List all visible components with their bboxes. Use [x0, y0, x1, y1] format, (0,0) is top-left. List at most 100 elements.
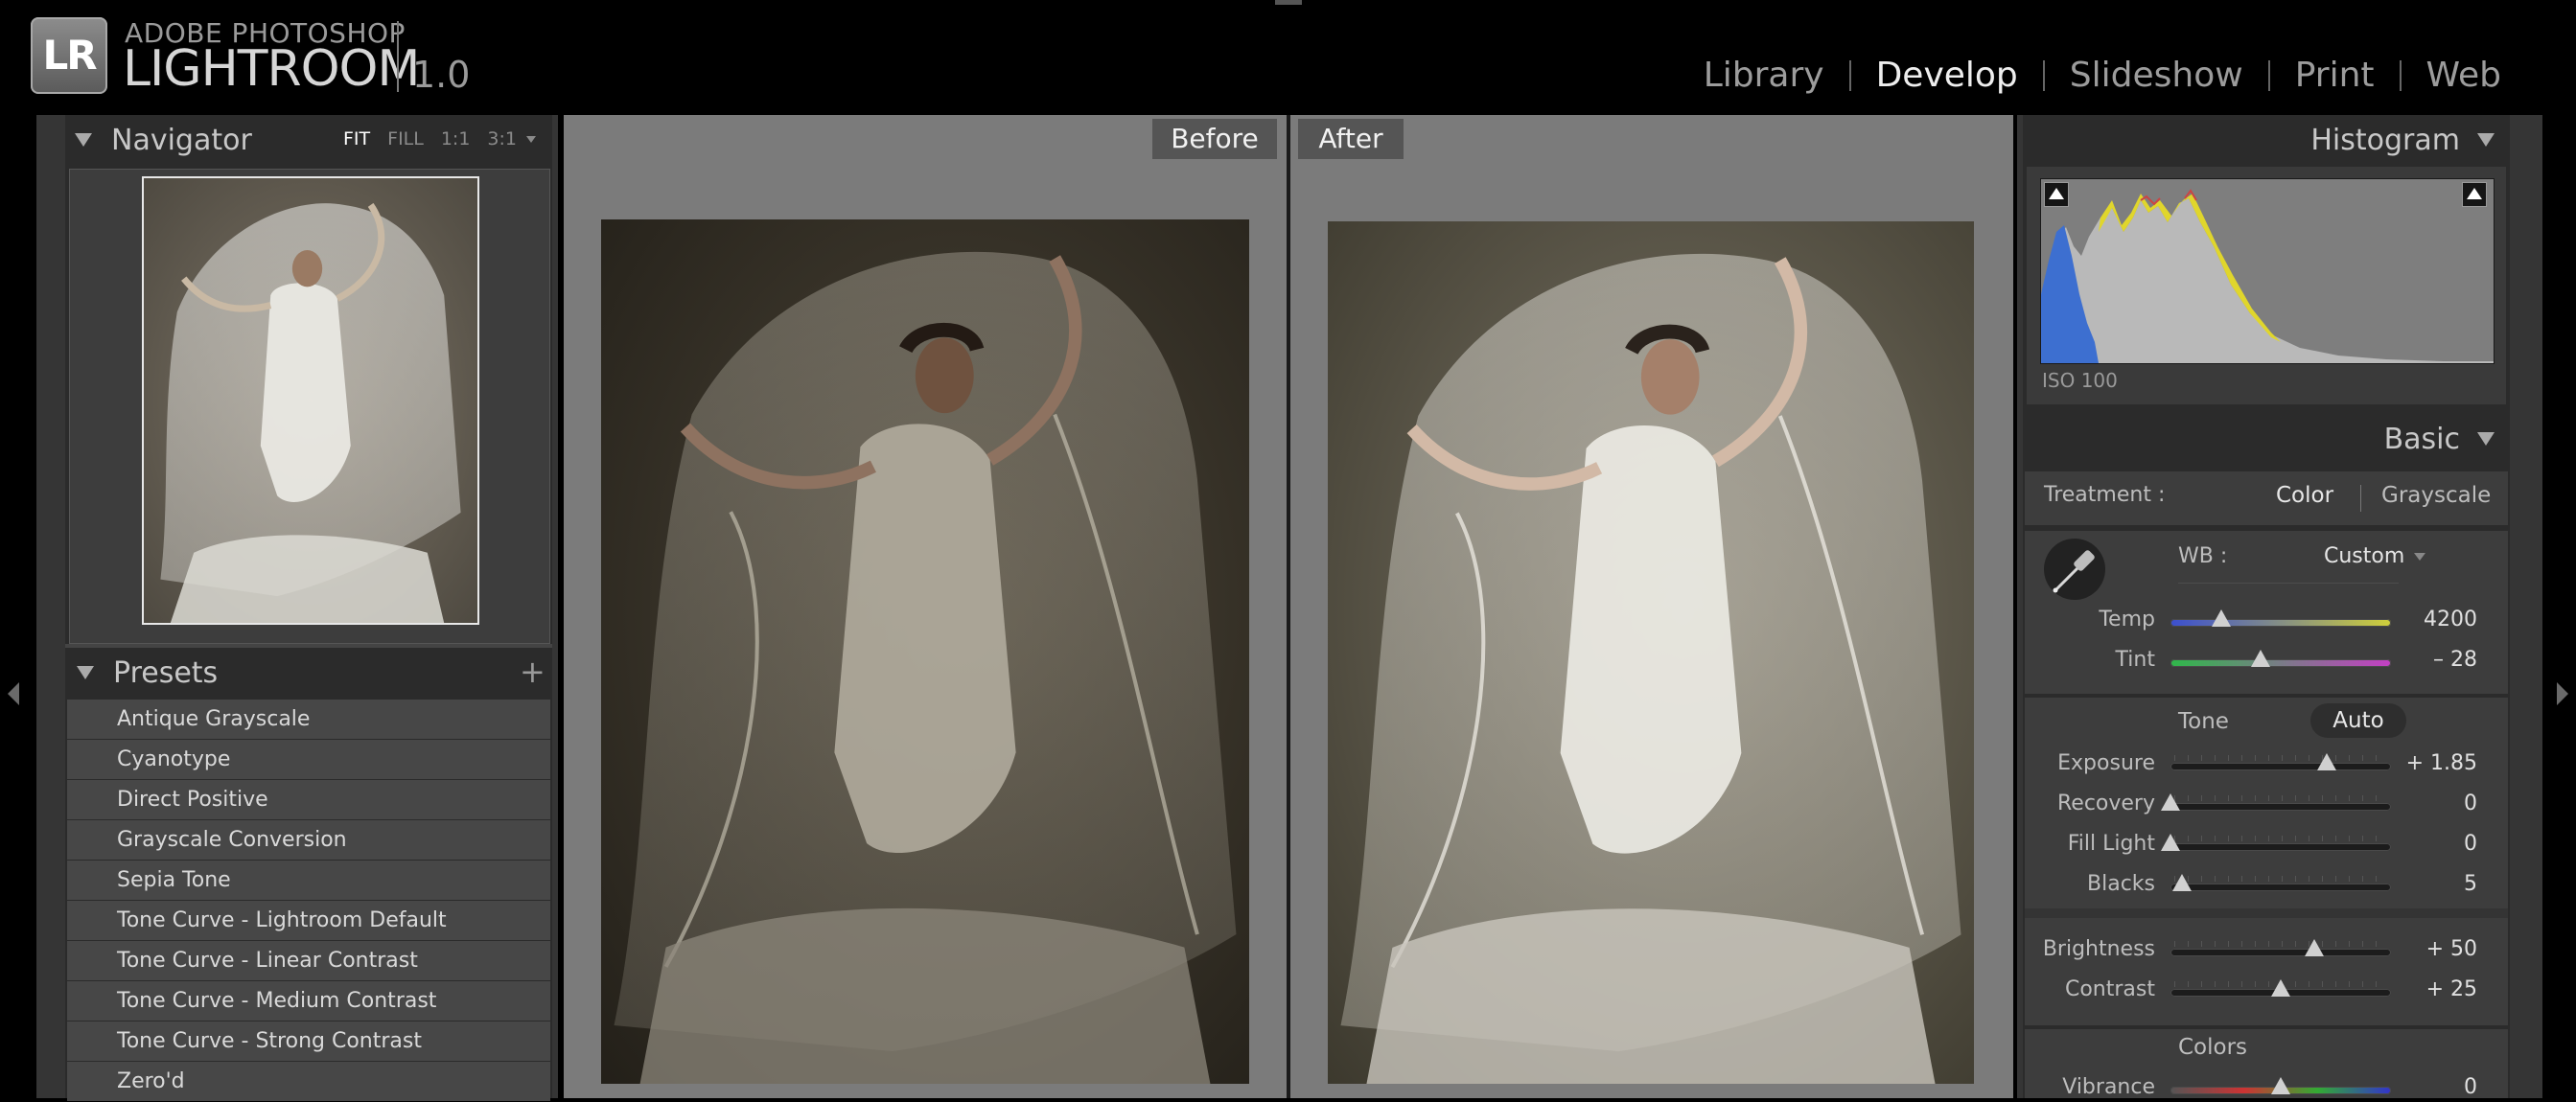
collapse-triangle-icon[interactable] [2477, 133, 2495, 147]
version-label: 1.0 [412, 54, 471, 96]
tint-slider-thumb[interactable] [2251, 650, 2271, 667]
blacks-slider-thumb[interactable] [2171, 874, 2192, 891]
preset-item[interactable]: Tone Curve - Lightroom Default [67, 901, 550, 940]
temp-value[interactable]: 4200 [2401, 608, 2477, 631]
preset-item[interactable]: Grayscale Conversion [67, 820, 550, 860]
zoom-fit[interactable]: FIT [343, 128, 370, 149]
collapse-triangle-icon[interactable] [77, 666, 94, 679]
basic-header[interactable]: Basic [2023, 414, 2502, 464]
brightness-slider[interactable] [2170, 949, 2391, 956]
brightness-label: Brightness [2042, 937, 2155, 961]
exposure-slider-thumb[interactable] [2317, 753, 2337, 770]
zoom-fill[interactable]: FILL [387, 128, 424, 149]
presets-title: Presets [113, 655, 219, 690]
after-photo[interactable] [1328, 221, 1974, 1084]
auto-tone-button[interactable]: Auto [2310, 703, 2406, 738]
add-preset-icon[interactable]: + [520, 654, 545, 690]
presets-list: Antique Grayscale Cyanotype Direct Posit… [67, 700, 550, 1102]
contrast-slider-thumb[interactable] [2271, 979, 2290, 997]
fill-light-slider-thumb[interactable] [2161, 834, 2180, 851]
zoom-dropdown-icon[interactable] [526, 135, 536, 143]
tint-slider[interactable] [2170, 659, 2391, 667]
recovery-label: Recovery [2056, 792, 2155, 815]
before-label: Before [1152, 119, 1277, 159]
brightness-slider-thumb[interactable] [2304, 939, 2324, 956]
navigator-title: Navigator [111, 123, 252, 157]
preset-item[interactable]: Tone Curve - Linear Contrast [67, 941, 550, 980]
treatment-divider [2360, 485, 2361, 512]
histogram-curve [2041, 189, 2494, 363]
preset-item[interactable]: Zero'd [67, 1062, 550, 1101]
temp-slider[interactable] [2170, 619, 2391, 627]
collapse-triangle-icon[interactable] [75, 133, 92, 147]
module-develop[interactable]: Develop [1876, 56, 2018, 95]
white-balance-dropdown[interactable]: Custom [2324, 544, 2426, 568]
brightness-value[interactable]: + 50 [2401, 937, 2477, 961]
exposure-value[interactable]: + 1.85 [2401, 751, 2477, 775]
module-web[interactable]: Web [2426, 56, 2502, 95]
module-divider [1848, 59, 1851, 91]
shadow-clipping-toggle-icon[interactable] [2044, 182, 2069, 207]
top-panel-toggle[interactable] [1275, 0, 1302, 5]
blacks-value[interactable]: 5 [2401, 872, 2477, 896]
recovery-slider[interactable] [2170, 803, 2391, 811]
white-balance-underline [2178, 583, 2399, 584]
recovery-value[interactable]: 0 [2401, 792, 2477, 815]
contrast-value[interactable]: + 25 [2401, 977, 2477, 1001]
fill-light-label: Fill Light [2067, 832, 2155, 856]
module-slideshow[interactable]: Slideshow [2070, 56, 2243, 95]
temp-slider-thumb[interactable] [2211, 609, 2231, 627]
white-balance-eyedropper-icon[interactable] [2044, 539, 2105, 600]
exposure-slider[interactable] [2170, 763, 2391, 770]
vibrance-slider-thumb[interactable] [2271, 1077, 2290, 1094]
zoom-custom[interactable]: 3:1 [487, 128, 517, 149]
tone-label: Tone [2178, 709, 2229, 734]
preset-item[interactable]: Tone Curve - Strong Contrast [67, 1022, 550, 1061]
recovery-slider-thumb[interactable] [2161, 793, 2180, 811]
exposure-ticks [2174, 755, 2387, 761]
tone-section [2025, 698, 2508, 1025]
tint-value[interactable]: – 28 [2401, 648, 2477, 672]
treatment-grayscale-option[interactable]: Grayscale [2381, 483, 2491, 508]
preset-item[interactable]: Antique Grayscale [67, 700, 550, 739]
after-label: After [1298, 119, 1404, 159]
module-divider [2042, 59, 2045, 91]
collapse-triangle-icon[interactable] [2477, 432, 2495, 446]
histogram-header[interactable]: Histogram [2023, 115, 2502, 165]
tint-label: Tint [2115, 648, 2155, 672]
treatment-color-option[interactable]: Color [2276, 483, 2333, 508]
fill-light-slider[interactable] [2170, 843, 2391, 851]
histogram-title: Histogram [2310, 123, 2460, 157]
highlight-clipping-toggle-icon[interactable] [2462, 182, 2487, 207]
brightness-ticks [2174, 941, 2387, 947]
zoom-1-to-1[interactable]: 1:1 [441, 128, 471, 149]
preset-item[interactable]: Tone Curve - Medium Contrast [67, 981, 550, 1021]
navigator-thumbnail[interactable] [142, 176, 479, 625]
vibrance-value[interactable]: 0 [2401, 1075, 2477, 1099]
navigator-zoom-options: FIT FILL 1:1 3:1 [343, 128, 536, 149]
right-panel-toggle-icon[interactable] [2557, 682, 2568, 705]
chevron-down-icon [2414, 552, 2426, 561]
left-panel-toggle-icon[interactable] [8, 682, 19, 705]
module-library[interactable]: Library [1704, 56, 1824, 95]
brand-divider [397, 21, 399, 92]
module-picker: Library Develop Slideshow Print Web [1704, 56, 2501, 95]
blacks-label: Blacks [2087, 872, 2155, 896]
fill-light-value[interactable]: 0 [2401, 832, 2477, 856]
fill-light-ticks [2174, 836, 2387, 841]
vibrance-label: Vibrance [2062, 1075, 2155, 1099]
module-divider [2267, 59, 2270, 91]
module-print[interactable]: Print [2295, 56, 2375, 95]
preset-item[interactable]: Sepia Tone [67, 861, 550, 900]
colors-label: Colors [2178, 1035, 2248, 1060]
contrast-label: Contrast [2064, 977, 2155, 1001]
before-image [601, 219, 1249, 1084]
presets-header[interactable]: Presets [65, 648, 552, 698]
exposure-label: Exposure [2057, 751, 2155, 775]
preset-item[interactable]: Direct Positive [67, 780, 550, 819]
before-photo[interactable] [601, 219, 1249, 1084]
histogram-graph [2040, 178, 2495, 364]
blacks-slider[interactable] [2170, 884, 2391, 891]
basic-title: Basic [2383, 422, 2460, 456]
preset-item[interactable]: Cyanotype [67, 740, 550, 779]
